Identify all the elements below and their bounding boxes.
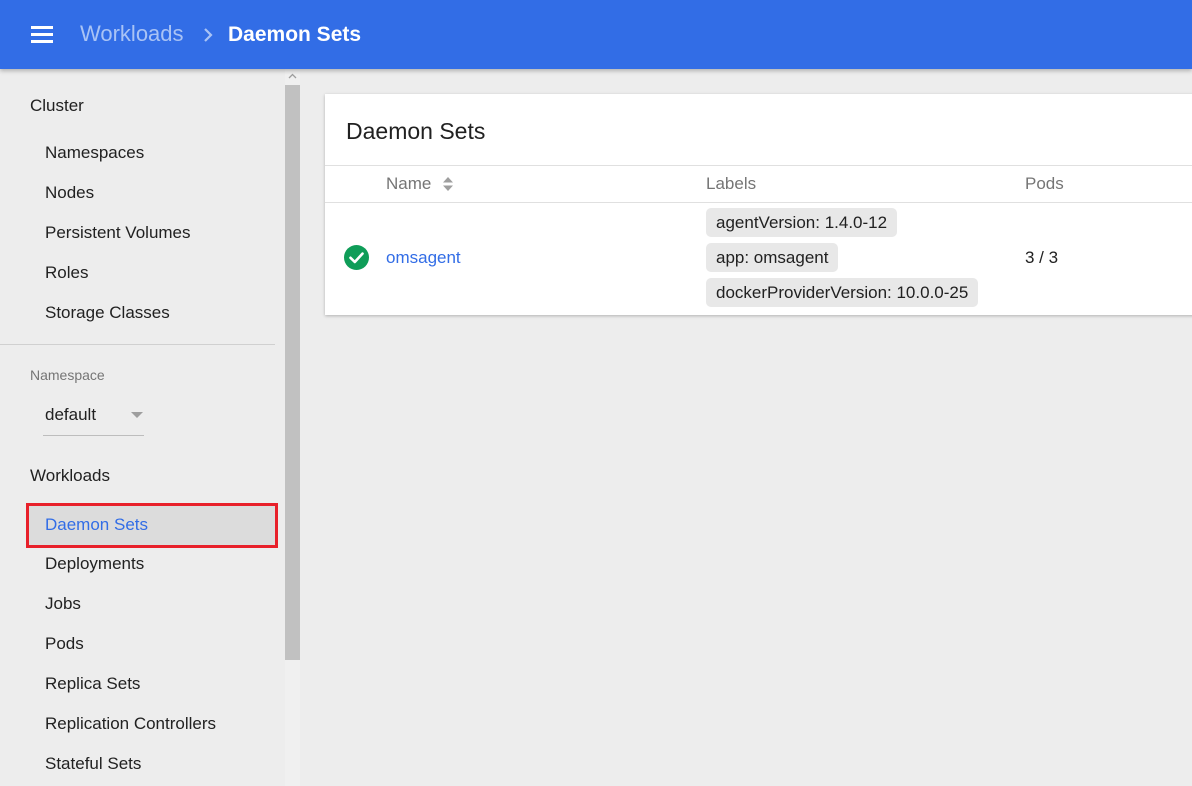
- pods-count: 3 / 3: [1025, 248, 1059, 267]
- sidebar-item-replica-sets[interactable]: Replica Sets: [45, 674, 140, 694]
- column-header-labels: Labels: [706, 174, 757, 193]
- daemonset-name-link[interactable]: omsagent: [386, 248, 461, 268]
- scrollbar-thumb[interactable]: [285, 85, 300, 660]
- sidebar-item-roles[interactable]: Roles: [45, 263, 88, 283]
- sidebar-nav: Cluster Namespaces Nodes Persistent Volu…: [0, 69, 300, 786]
- check-circle-icon: [344, 245, 369, 270]
- breadcrumb-current: Daemon Sets: [228, 23, 362, 46]
- sidebar-scrollbar[interactable]: [285, 69, 300, 786]
- scroll-up-arrow-icon[interactable]: [288, 73, 297, 79]
- column-header-pods: Pods: [1025, 174, 1064, 193]
- daemon-sets-card: Daemon Sets Name Labels Pods omsagent ag…: [325, 94, 1192, 315]
- top-bar: Workloads Daemon Sets: [0, 0, 1192, 69]
- label-chip: dockerProviderVersion: 10.0.0-25: [706, 278, 979, 307]
- sidebar-item-persistent-volumes[interactable]: Persistent Volumes: [45, 223, 191, 243]
- sidebar-cluster-title[interactable]: Cluster: [30, 96, 84, 116]
- sidebar-item-jobs[interactable]: Jobs: [45, 594, 81, 614]
- namespace-select[interactable]: default: [43, 397, 144, 436]
- label-chip: agentVersion: 1.4.0-12: [706, 208, 898, 237]
- namespace-value: default: [45, 405, 97, 424]
- breadcrumb-workloads[interactable]: Workloads: [80, 21, 184, 47]
- row-divider: [325, 202, 1192, 203]
- dropdown-caret-icon: [131, 412, 143, 418]
- label-chip: app: omsagent: [706, 243, 839, 272]
- sidebar-item-stateful-sets[interactable]: Stateful Sets: [45, 754, 141, 774]
- column-header-name[interactable]: Name: [386, 174, 431, 194]
- sidebar-item-deployments[interactable]: Deployments: [45, 554, 144, 574]
- sidebar-item-namespaces[interactable]: Namespaces: [45, 143, 144, 163]
- sidebar-item-storage-classes[interactable]: Storage Classes: [45, 303, 170, 323]
- sidebar-item-replication-controllers[interactable]: Replication Controllers: [45, 714, 216, 734]
- sidebar-item-daemon-sets[interactable]: Daemon Sets: [26, 503, 278, 548]
- sidebar-item-nodes[interactable]: Nodes: [45, 183, 94, 203]
- sidebar-item-daemon-sets-label: Daemon Sets: [45, 515, 148, 534]
- sort-icon[interactable]: [442, 175, 454, 193]
- sidebar-workloads-title[interactable]: Workloads: [30, 466, 110, 486]
- namespace-label: Namespace: [30, 367, 105, 383]
- sidebar-divider: [0, 344, 275, 345]
- hamburger-menu-icon[interactable]: [31, 26, 53, 44]
- card-title: Daemon Sets: [346, 118, 486, 144]
- chevron-right-icon: [204, 28, 213, 42]
- sidebar-item-pods[interactable]: Pods: [45, 634, 84, 654]
- header-divider: [325, 165, 1192, 166]
